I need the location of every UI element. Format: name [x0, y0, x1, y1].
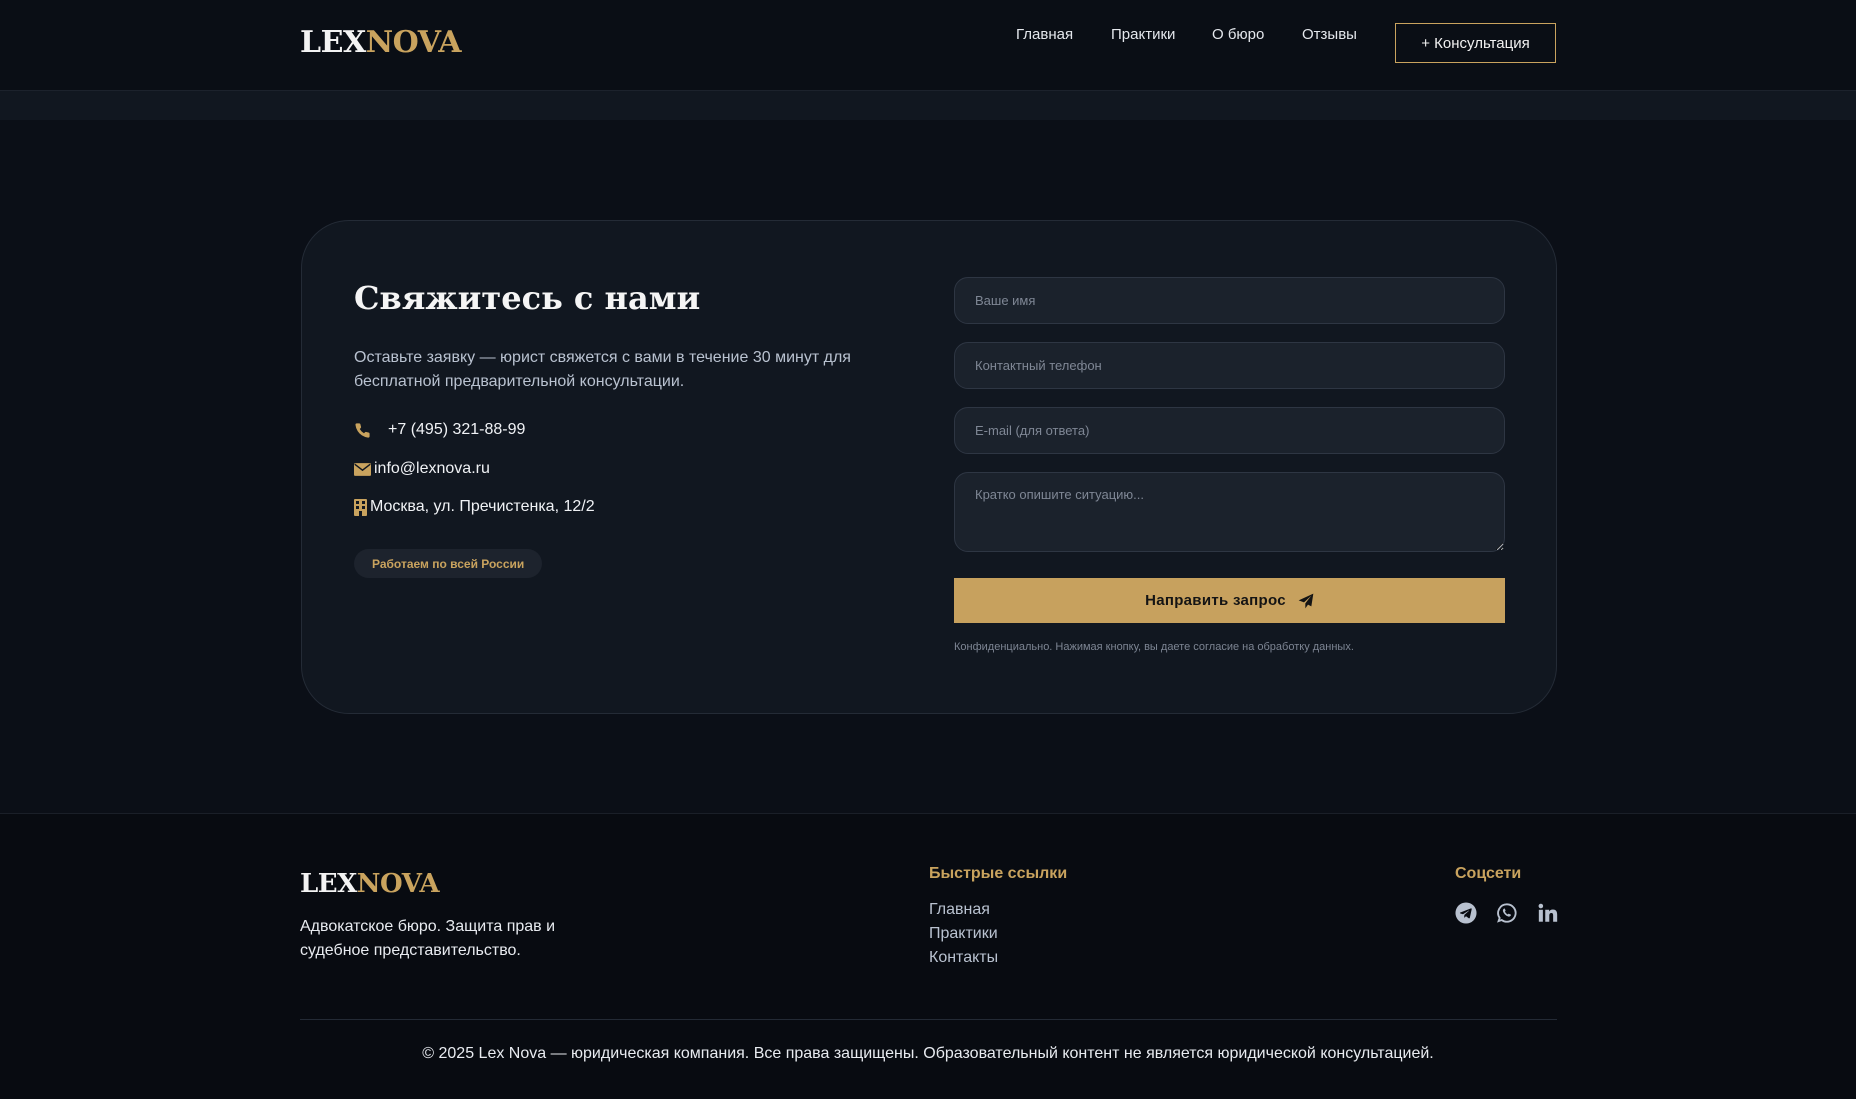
footer-tagline: Адвокатское бюро. Защита прав и судебное… — [300, 918, 556, 959]
logo-lex: LEX — [300, 25, 366, 60]
envelope-icon — [354, 462, 371, 476]
nav-home[interactable]: Главная — [1016, 24, 1073, 46]
header-strip — [0, 91, 1856, 120]
logo-nova: NOVA — [365, 25, 462, 60]
nav-about[interactable]: О бюро — [1212, 24, 1264, 46]
footer-link-contacts[interactable]: Контакты — [929, 946, 998, 970]
message-textarea[interactable] — [954, 472, 1505, 552]
contact-address: Москва, ул. Пречистенка, 12/2 — [354, 498, 595, 516]
submit-label: Направить запрос — [1145, 592, 1286, 609]
footer-link-practices[interactable]: Практики — [929, 922, 998, 946]
phone-text: +7 (495) 321-88-99 — [388, 421, 526, 438]
contact-phone[interactable]: +7 (495) 321-88-99 — [354, 421, 525, 439]
contact-card: Свяжитесь с нами Оставьте заявку — юрист… — [301, 220, 1557, 714]
footer-logo-nova: NOVA — [356, 869, 440, 899]
address-text: Москва, ул. Пречистенка, 12/2 — [370, 498, 595, 515]
socials-heading: Соцсети — [1455, 865, 1522, 882]
socials-list — [1455, 902, 1559, 924]
building-icon — [354, 498, 367, 516]
contact-title: Свяжитесь с нами — [354, 279, 701, 317]
footer-logo[interactable]: LEXNOVA — [300, 868, 440, 900]
nav-practices[interactable]: Практики — [1111, 24, 1175, 46]
telegram-icon[interactable] — [1455, 902, 1477, 924]
site-header: LEXNOVA Главная Практики О бюро Отзывы +… — [0, 0, 1856, 91]
phone-input[interactable] — [954, 342, 1505, 389]
site-footer: LEXNOVA Адвокатское бюро. Защита прав и … — [0, 813, 1856, 1099]
contact-description: Оставьте заявку — юрист свяжется с вами … — [354, 349, 851, 390]
footer-divider — [300, 1019, 1557, 1020]
whatsapp-icon[interactable] — [1496, 902, 1518, 924]
nav-reviews[interactable]: Отзывы — [1302, 24, 1357, 46]
quick-links-heading: Быстрые ссылки — [929, 865, 1068, 882]
linkedin-icon[interactable] — [1537, 902, 1559, 924]
email-text: info@lexnova.ru — [374, 460, 490, 477]
name-input[interactable] — [954, 277, 1505, 324]
contact-email[interactable]: info@lexnova.ru — [354, 460, 490, 478]
footer-logo-lex: LEX — [300, 869, 357, 899]
consultation-button[interactable]: + Консультация — [1395, 23, 1556, 63]
quick-links-list: Главная Практики Контакты — [929, 898, 998, 970]
footer-link-home[interactable]: Главная — [929, 898, 998, 922]
consent-note: Конфиденциально. Нажимая кнопку, вы дает… — [954, 641, 1354, 653]
email-input[interactable] — [954, 407, 1505, 454]
coverage-badge: Работаем по всей России — [354, 549, 543, 578]
page: LEXNOVA Главная Практики О бюро Отзывы +… — [0, 0, 1856, 1099]
paper-plane-icon — [1298, 593, 1314, 608]
submit-request-button[interactable]: Направить запрос — [954, 578, 1505, 623]
phone-icon — [355, 422, 370, 438]
copyright-text: © 2025 Lex Nova — юридическая компания. … — [422, 1045, 1434, 1062]
site-logo[interactable]: LEXNOVA — [300, 24, 462, 62]
